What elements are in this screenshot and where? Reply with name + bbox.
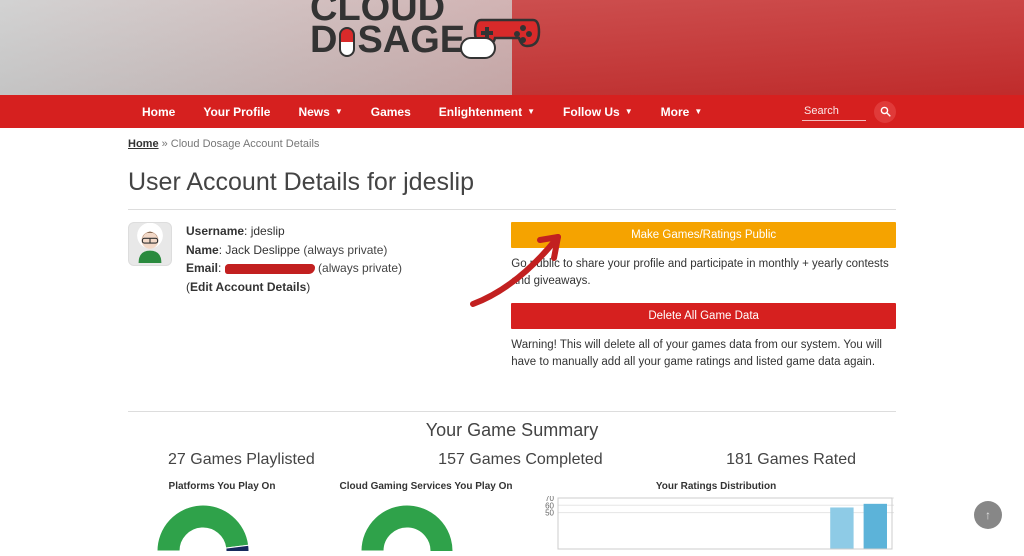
chart-ratings: Your Ratings Distribution 506070 <box>536 481 896 551</box>
user-details: Username: jdeslip Name: Jack Deslippe (a… <box>186 222 402 385</box>
nav-item-games[interactable]: Games <box>357 95 425 128</box>
breadcrumb: Home » Cloud Dosage Account Details <box>128 138 896 150</box>
delete-note: Warning! This will delete all of your ga… <box>511 337 896 370</box>
make-public-button[interactable]: Make Games/Ratings Public <box>511 222 896 248</box>
stat-playlisted: 27 Games Playlisted <box>168 451 315 469</box>
logo-dosage: DSAGE <box>310 24 465 57</box>
nav-item-more[interactable]: More▼ <box>647 95 717 128</box>
chevron-down-icon: ▼ <box>694 107 702 116</box>
arrow-up-icon: ↑ <box>985 508 991 522</box>
search-button[interactable] <box>874 101 896 123</box>
chart-services: Cloud Gaming Services You Play On <box>332 481 520 551</box>
pill-icon <box>339 27 355 57</box>
search-input[interactable] <box>802 102 866 121</box>
chevron-down-icon: ▼ <box>335 107 343 116</box>
chart-platforms: Platforms You Play On <box>128 481 316 551</box>
chevron-down-icon: ▼ <box>625 107 633 116</box>
public-note: Go public to share your profile and part… <box>511 256 896 289</box>
chevron-down-icon: ▼ <box>527 107 535 116</box>
page-title: User Account Details for jdeslip <box>128 168 896 210</box>
nav-item-your-profile[interactable]: Your Profile <box>189 95 284 128</box>
nav-item-follow-us[interactable]: Follow Us▼ <box>549 95 647 128</box>
avatar <box>128 222 172 266</box>
email-redacted <box>225 264 315 274</box>
header-banner: CLOUD DSAGE <box>0 0 1024 95</box>
search-icon <box>880 106 891 117</box>
cloud-icon <box>460 37 496 59</box>
nav-item-news[interactable]: News▼ <box>284 95 356 128</box>
nav-item-home[interactable]: Home <box>128 95 189 128</box>
svg-text:70: 70 <box>545 496 554 503</box>
site-logo[interactable]: CLOUD DSAGE <box>310 0 543 57</box>
stat-completed: 157 Games Completed <box>438 451 603 469</box>
delete-data-button[interactable]: Delete All Game Data <box>511 303 896 329</box>
stat-rated: 181 Games Rated <box>726 451 856 469</box>
breadcrumb-current: Cloud Dosage Account Details <box>171 138 320 150</box>
nav-item-enlightenment[interactable]: Enlightenment▼ <box>425 95 549 128</box>
edit-account-link[interactable]: Edit Account Details <box>190 280 306 294</box>
breadcrumb-home[interactable]: Home <box>128 138 159 150</box>
main-nav: HomeYour ProfileNews▼GamesEnlightenment▼… <box>0 95 1024 128</box>
scroll-to-top-button[interactable]: ↑ <box>974 501 1002 529</box>
summary-title: Your Game Summary <box>128 420 896 441</box>
